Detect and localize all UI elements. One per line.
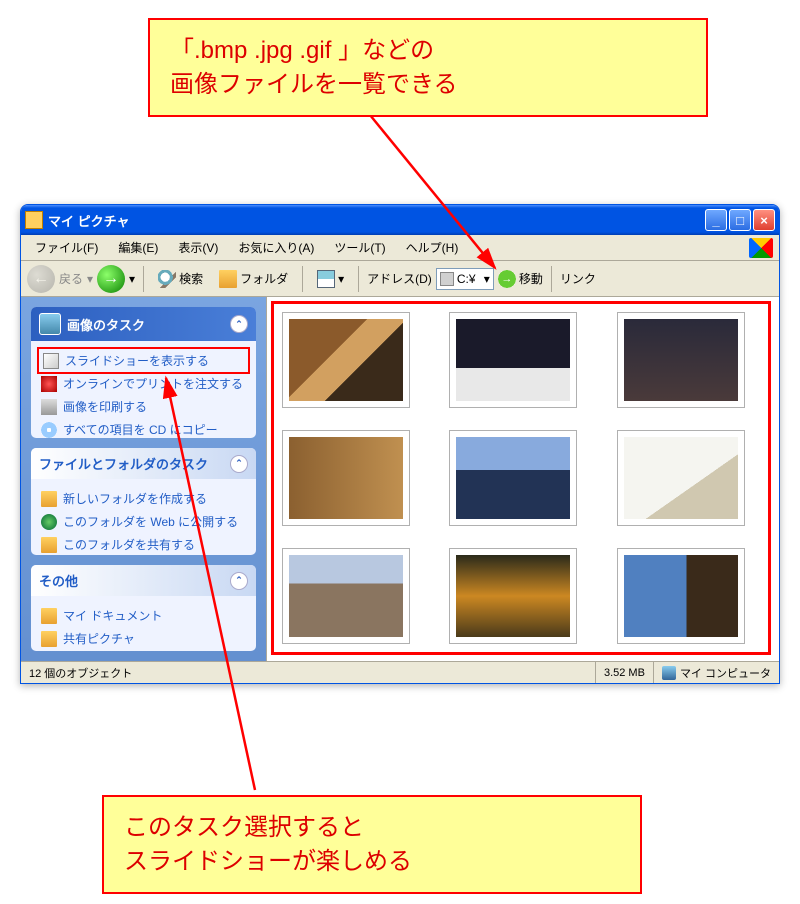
thumbnail[interactable] bbox=[449, 430, 577, 526]
shared-pictures-icon bbox=[41, 631, 57, 647]
thumbnail[interactable] bbox=[617, 430, 745, 526]
maximize-button[interactable]: □ bbox=[729, 209, 751, 231]
status-size: 3.52 MB bbox=[596, 662, 654, 683]
annotation-top: 「.bmp .jpg .gif 」などの 画像ファイルを一覧できる bbox=[148, 18, 708, 117]
forward-dropdown[interactable]: ▾ bbox=[129, 272, 135, 286]
thumbnail[interactable] bbox=[617, 312, 745, 408]
picture-tasks-title: 画像のタスク bbox=[67, 315, 145, 334]
task-slideshow-label: スライドショーを表示する bbox=[65, 352, 209, 369]
separator bbox=[302, 266, 303, 292]
new-folder-icon bbox=[41, 491, 57, 507]
thumbnail[interactable] bbox=[617, 548, 745, 644]
status-bar: 12 個のオブジェクト 3.52 MB マイ コンピュータ bbox=[21, 661, 779, 683]
other-places-title: その他 bbox=[39, 571, 78, 590]
forward-button[interactable]: → bbox=[97, 265, 125, 293]
annotation-bottom: このタスク選択すると スライドショーが楽しめる bbox=[102, 795, 642, 894]
prints-icon bbox=[41, 376, 57, 392]
views-icon bbox=[317, 270, 335, 288]
back-button[interactable]: ← bbox=[27, 265, 55, 293]
folders-button[interactable]: フォルダ bbox=[213, 267, 294, 291]
documents-icon bbox=[41, 608, 57, 624]
status-location: マイ コンピュータ bbox=[654, 662, 779, 683]
windows-flag-icon bbox=[749, 238, 773, 258]
status-size-text: 3.52 MB bbox=[604, 667, 645, 679]
separator bbox=[551, 266, 552, 292]
menu-edit[interactable]: 編集(E) bbox=[110, 237, 166, 258]
separator bbox=[143, 266, 144, 292]
status-location-text: マイ コンピュータ bbox=[680, 665, 771, 681]
back-dropdown[interactable]: ▾ bbox=[87, 272, 93, 286]
folder-icon bbox=[219, 270, 237, 288]
thumbnails-highlight-box bbox=[271, 301, 771, 655]
annotation-top-text: 「.bmp .jpg .gif 」などの 画像ファイルを一覧できる bbox=[170, 37, 458, 98]
slideshow-icon bbox=[43, 353, 59, 369]
task-print-label: 画像を印刷する bbox=[63, 398, 147, 415]
content-pane[interactable] bbox=[266, 297, 779, 661]
go-label: 移動 bbox=[519, 270, 543, 287]
collapse-icon[interactable]: ⌃ bbox=[230, 315, 248, 333]
arrow-to-slideshow bbox=[140, 372, 320, 796]
links-label[interactable]: リンク bbox=[560, 270, 596, 287]
globe-icon bbox=[41, 514, 57, 530]
menu-favorites[interactable]: お気に入り(A) bbox=[230, 237, 322, 258]
arrow-to-thumbnails bbox=[340, 110, 520, 280]
menu-view[interactable]: 表示(V) bbox=[170, 237, 226, 258]
cd-icon bbox=[41, 422, 57, 438]
status-objects-text: 12 個のオブジェクト bbox=[29, 665, 132, 681]
picture-tasks-header[interactable]: 画像のタスク ⌃ bbox=[31, 307, 256, 341]
window-icon bbox=[25, 211, 43, 229]
my-computer-icon bbox=[662, 666, 676, 680]
printer-icon bbox=[41, 399, 57, 415]
picture-tasks-icon bbox=[39, 313, 61, 335]
search-button[interactable]: 検索 bbox=[152, 267, 209, 291]
thumbnail-grid bbox=[282, 312, 760, 655]
search-label: 検索 bbox=[179, 270, 203, 287]
task-slideshow[interactable]: スライドショーを表示する bbox=[37, 347, 250, 374]
share-folder-icon bbox=[41, 537, 57, 553]
link-shared-pictures-label: 共有ピクチャ bbox=[63, 630, 135, 647]
close-button[interactable]: × bbox=[753, 209, 775, 231]
minimize-button[interactable]: _ bbox=[705, 209, 727, 231]
menu-file[interactable]: ファイル(F) bbox=[27, 237, 106, 258]
thumbnail[interactable] bbox=[449, 548, 577, 644]
folders-label: フォルダ bbox=[240, 270, 288, 287]
annotation-bottom-text: このタスク選択すると スライドショーが楽しめる bbox=[124, 814, 412, 875]
back-label: 戻る bbox=[59, 270, 83, 287]
thumbnail[interactable] bbox=[449, 312, 577, 408]
search-icon bbox=[158, 270, 176, 288]
